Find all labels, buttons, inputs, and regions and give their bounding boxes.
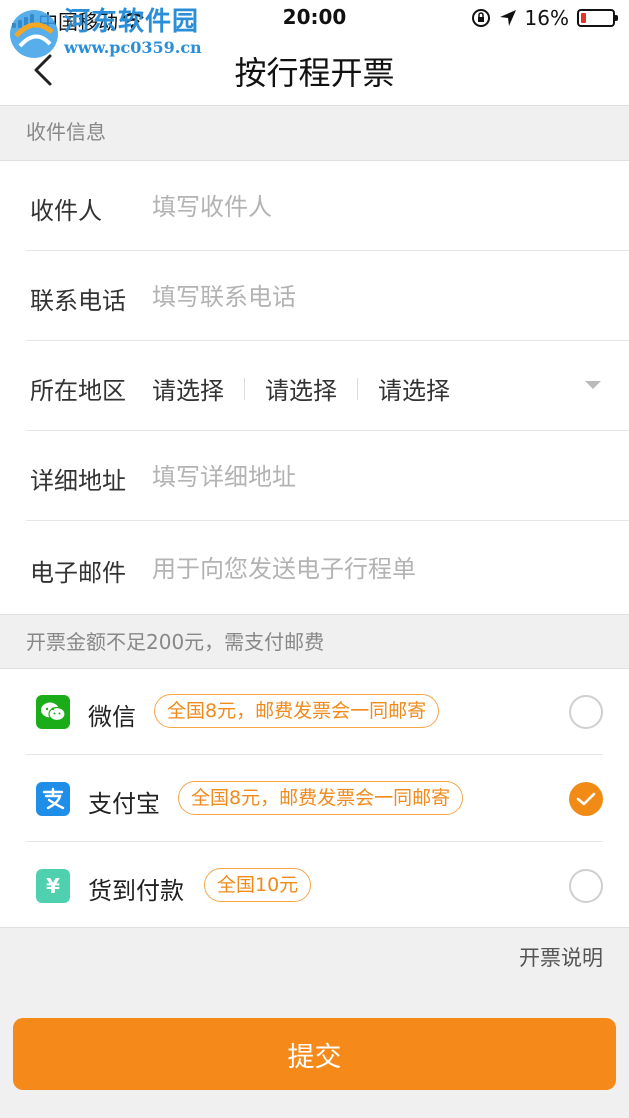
district-select[interactable]: 请选择	[378, 371, 450, 406]
email-label: 电子邮件	[30, 559, 126, 587]
watermark-logo-icon	[10, 10, 58, 58]
check-icon	[576, 792, 596, 806]
payment-option-label: 货到付款	[88, 877, 184, 905]
location-icon	[499, 10, 516, 26]
email-input[interactable]	[152, 549, 592, 589]
invoice-page: 中国移动 20:00 16% 河东软件园 www.pc0359.cn 按行程开票…	[0, 0, 629, 1118]
payment-option-alipay[interactable]: 支付宝 全国8元，邮费发票会一同邮寄	[26, 756, 603, 842]
province-select[interactable]: 请选择	[152, 371, 224, 406]
battery-icon	[577, 9, 618, 27]
payment-option-label: 微信	[88, 703, 136, 731]
recipient-name-row: 收件人	[26, 161, 629, 251]
region-row[interactable]: 所在地区 请选择 请选择 请选择	[26, 341, 629, 431]
phone-label: 联系电话	[30, 287, 126, 315]
postage-tag: 全国8元，邮费发票会一同邮寄	[154, 694, 440, 728]
watermark: 河东软件园 www.pc0359.cn	[6, 6, 202, 62]
rotation-lock-icon	[471, 9, 490, 27]
recipient-name-label: 收件人	[30, 197, 102, 225]
postage-notice: 开票金额不足200元，需支付邮费	[0, 614, 629, 668]
invoice-instructions-link[interactable]: 开票说明	[519, 942, 603, 972]
wechat-icon	[36, 695, 70, 729]
payment-option-cod[interactable]: ¥ 货到付款 全国10元	[26, 843, 603, 929]
watermark-url: www.pc0359.cn	[64, 38, 202, 57]
payment-option-label: 支付宝	[88, 790, 160, 818]
battery-fill	[581, 13, 586, 23]
recipient-section-header: 收件信息	[0, 107, 629, 160]
address-input[interactable]	[152, 457, 592, 497]
city-select[interactable]: 请选择	[265, 371, 337, 406]
region-label: 所在地区	[30, 377, 126, 405]
recipient-form: 收件人 联系电话 所在地区 请选择 请选择 请选择 详细地址 电子邮件	[0, 160, 629, 614]
alipay-icon	[36, 782, 70, 816]
cod-radio[interactable]	[569, 869, 603, 903]
phone-row: 联系电话	[26, 251, 629, 341]
recipient-name-input[interactable]	[152, 187, 592, 227]
watermark-title: 河东软件园	[64, 7, 200, 37]
payment-option-wechat[interactable]: 微信 全国8元，邮费发票会一同邮寄	[26, 669, 603, 755]
alipay-radio[interactable]	[569, 782, 603, 816]
wechat-radio[interactable]	[569, 695, 603, 729]
region-divider	[244, 377, 245, 400]
postage-tag: 全国8元，邮费发票会一同邮寄	[178, 781, 464, 815]
address-label: 详细地址	[30, 467, 126, 495]
status-right: 16%	[471, 6, 618, 30]
payment-options: 微信 全国8元，邮费发票会一同邮寄 支付宝 全国8元，邮费发票会一同邮寄 ¥ 货…	[0, 668, 629, 928]
postage-tag: 全国10元	[204, 868, 312, 902]
chevron-down-icon[interactable]	[585, 381, 601, 389]
email-row: 电子邮件	[26, 523, 629, 613]
yuan-icon: ¥	[36, 869, 70, 903]
battery-percent: 16%	[524, 6, 569, 30]
address-row: 详细地址	[26, 431, 629, 521]
phone-input[interactable]	[152, 277, 592, 317]
region-divider	[357, 377, 358, 400]
submit-button[interactable]: 提交	[13, 1018, 616, 1090]
region-selector: 请选择 请选择 请选择	[152, 371, 450, 406]
